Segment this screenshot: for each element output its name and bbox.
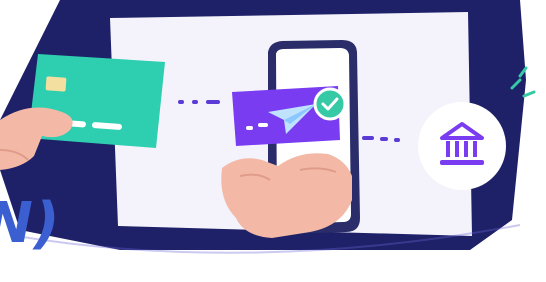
bank-icon bbox=[418, 102, 506, 190]
payment-illustration-svg bbox=[0, 0, 536, 254]
check-badge-icon bbox=[313, 87, 347, 121]
caption-fragment: N) bbox=[0, 191, 61, 256]
payment-flow-illustration: N) bbox=[0, 0, 546, 282]
card-chip-icon bbox=[45, 76, 67, 92]
